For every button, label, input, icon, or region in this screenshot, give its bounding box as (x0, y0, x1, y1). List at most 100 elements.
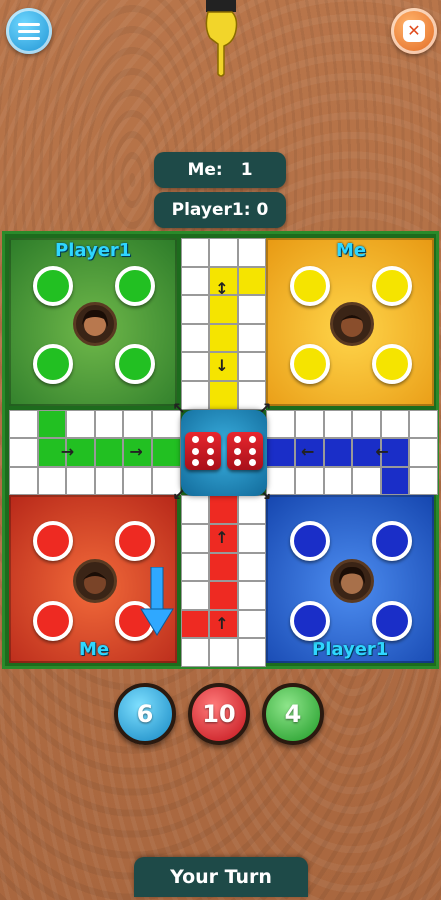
track-cell[interactable] (209, 295, 238, 324)
track-cell[interactable] (180, 238, 210, 267)
green-token[interactable] (33, 266, 73, 306)
track-cell[interactable] (295, 466, 324, 496)
die[interactable] (185, 432, 221, 470)
track-cell[interactable] (380, 409, 410, 439)
die-pip (207, 447, 215, 455)
track-cell[interactable] (180, 352, 210, 381)
die-pip (207, 458, 215, 466)
yellow-token[interactable] (372, 266, 412, 306)
track-cell[interactable] (180, 638, 210, 667)
green-token[interactable] (115, 266, 155, 306)
red-token[interactable] (33, 601, 73, 641)
track-cell[interactable] (237, 581, 267, 610)
menu-button[interactable] (6, 8, 52, 54)
home-center (181, 410, 267, 496)
yard-red: Me (9, 495, 177, 663)
track-cell[interactable] (180, 581, 210, 610)
track-cell[interactable] (323, 466, 353, 496)
track-cell[interactable] (380, 466, 410, 496)
yellow-token[interactable] (290, 344, 330, 384)
track-cell[interactable] (237, 323, 267, 353)
track-cell[interactable] (37, 466, 67, 496)
avatar (73, 302, 117, 346)
track-cell[interactable] (237, 638, 267, 667)
track-cell[interactable] (94, 466, 124, 496)
green-token[interactable] (115, 344, 155, 384)
close-button[interactable]: ✕ (391, 8, 437, 54)
track-cell[interactable] (409, 438, 438, 467)
die[interactable] (227, 432, 263, 470)
track-cell[interactable] (180, 524, 210, 553)
track-cell[interactable] (237, 266, 267, 296)
blue-token[interactable] (290, 601, 330, 641)
track-cell[interactable] (209, 323, 238, 353)
track-cell[interactable] (123, 409, 152, 439)
yard-yellow-label: Me (336, 240, 367, 261)
direction-arrow-icon: → (129, 442, 143, 462)
direction-arrow-icon: ↓ (215, 356, 229, 376)
track-cell[interactable] (237, 238, 267, 267)
roll-value-ball[interactable]: 6 (114, 683, 176, 745)
die-pip (249, 458, 257, 466)
track-cell[interactable] (37, 409, 67, 439)
yard-blue-label: Player1 (312, 639, 389, 660)
track-cell[interactable] (209, 552, 238, 582)
track-cell[interactable] (94, 438, 124, 467)
yard-yellow: Me (266, 238, 434, 406)
score-player1-value: 0 (256, 200, 269, 220)
track-cell[interactable] (152, 438, 181, 467)
red-token[interactable] (115, 521, 155, 561)
track-cell[interactable] (180, 552, 210, 582)
track-cell[interactable] (180, 266, 210, 296)
roll-value-ball[interactable]: 4 (262, 683, 324, 745)
die-pip (207, 436, 215, 444)
yard-blue: Player1 (266, 495, 434, 663)
track-cell[interactable] (209, 495, 238, 524)
track-cell[interactable] (9, 438, 38, 467)
die-pip (249, 447, 257, 455)
score-me: Me: 1 (154, 152, 286, 188)
direction-arrow-icon: → (60, 442, 75, 462)
track-cell[interactable] (237, 524, 267, 553)
track-cell[interactable] (94, 409, 124, 439)
hamburger-menu-icon (18, 19, 40, 44)
yard-red-label: Me (79, 639, 110, 660)
track-cell[interactable] (352, 466, 381, 496)
track-cell[interactable] (180, 609, 210, 639)
roll-value-ball[interactable]: 10 (188, 683, 250, 745)
track-cell[interactable] (237, 352, 267, 381)
track-cell[interactable] (209, 581, 238, 610)
red-token[interactable] (33, 521, 73, 561)
track-cell[interactable] (209, 638, 238, 667)
die-pip (233, 458, 241, 466)
track-cell[interactable] (123, 466, 152, 496)
track-cell[interactable] (9, 466, 38, 496)
blue-token[interactable] (372, 601, 412, 641)
track-cell[interactable] (66, 409, 95, 439)
track-cell[interactable] (409, 466, 438, 496)
yellow-token[interactable] (290, 266, 330, 306)
track-cell[interactable] (237, 552, 267, 582)
die-pip (249, 436, 257, 444)
yellow-token[interactable] (372, 344, 412, 384)
track-cell[interactable] (180, 295, 210, 324)
track-cell[interactable] (180, 323, 210, 353)
track-cell[interactable] (352, 409, 381, 439)
blue-token[interactable] (372, 521, 412, 561)
track-cell[interactable] (9, 409, 38, 439)
track-cell[interactable] (66, 466, 95, 496)
track-cell[interactable] (409, 409, 438, 439)
track-cell[interactable] (323, 409, 353, 439)
blue-token[interactable] (290, 521, 330, 561)
direction-arrow-icon: ← (301, 442, 315, 462)
track-cell[interactable] (209, 381, 238, 410)
track-cell[interactable] (237, 609, 267, 639)
track-cell[interactable] (209, 238, 238, 267)
track-cell[interactable] (237, 295, 267, 324)
track-cell[interactable] (266, 438, 295, 467)
die-pip (191, 436, 199, 444)
green-token[interactable] (33, 344, 73, 384)
die-pip (191, 447, 199, 455)
track-cell[interactable] (295, 409, 324, 439)
track-cell[interactable] (323, 438, 353, 467)
